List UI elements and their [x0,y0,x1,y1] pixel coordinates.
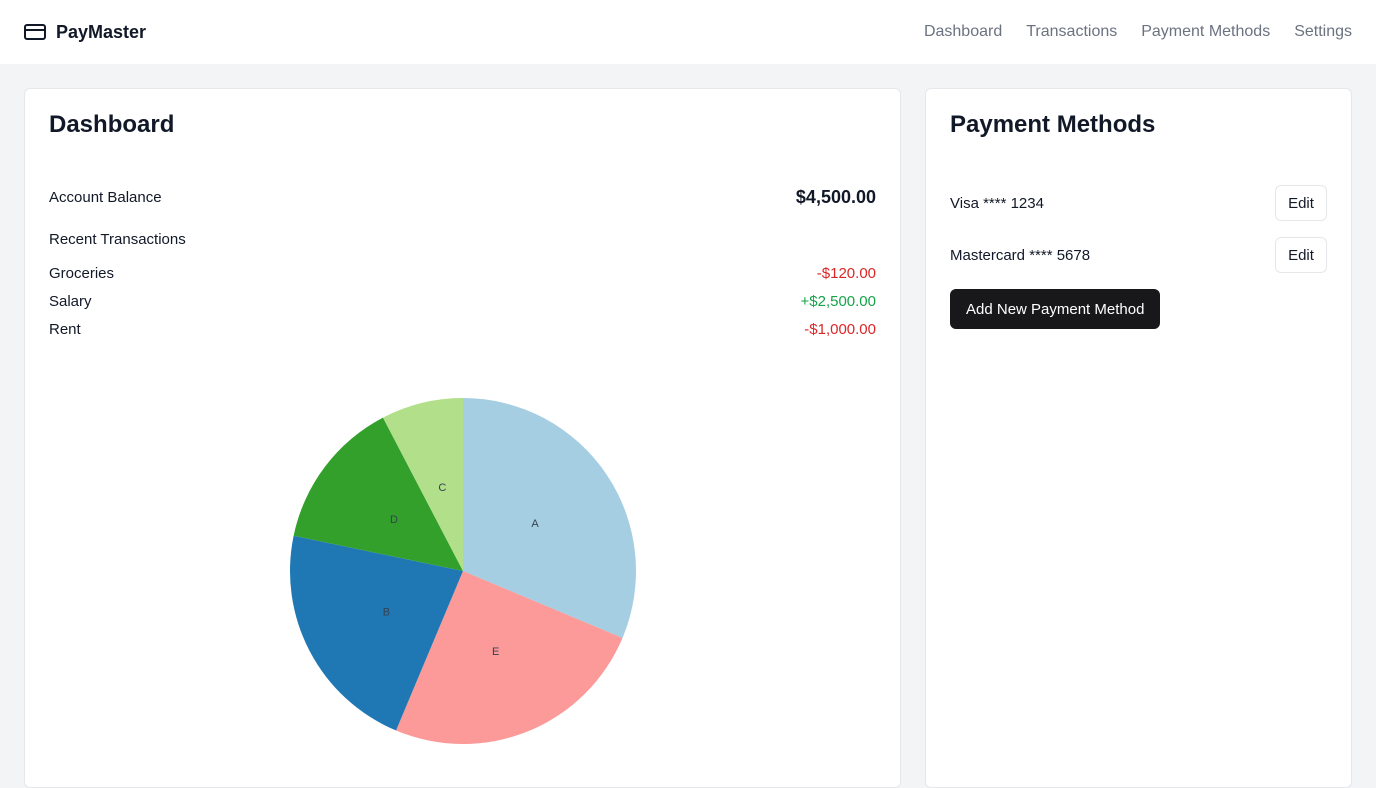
payment-method-label: Mastercard **** 5678 [950,246,1091,264]
payment-methods-title: Payment Methods [950,111,1156,138]
payment-method-row: Mastercard **** 5678 Edit [950,237,1327,273]
nav-dashboard[interactable]: Dashboard [924,23,1002,41]
pie-label-b: B [383,606,390,618]
main-nav: Dashboard Transactions Payment Methods S… [924,23,1352,41]
app-name: PayMaster [56,21,147,42]
payment-methods-card: Payment Methods Visa **** 1234 Edit Mast… [925,88,1352,788]
transaction-name: Rent [49,321,81,338]
dashboard-title: Dashboard [49,111,175,138]
transaction-amount: -$1,000.00 [804,321,876,338]
payment-method-label: Visa **** 1234 [950,194,1044,212]
edit-mastercard-button[interactable]: Edit [1275,237,1327,273]
credit-card-icon [24,24,46,40]
top-navbar: PayMaster Dashboard Transactions Payment… [0,0,1376,64]
edit-visa-button[interactable]: Edit [1275,185,1327,221]
recent-transactions-title: Recent Transactions [49,231,186,248]
transaction-amount: -$120.00 [816,265,876,282]
account-balance-row: Account Balance $4,500.00 [49,187,876,208]
transaction-row: Rent -$1,000.00 [49,321,876,338]
transaction-name: Salary [49,293,92,310]
nav-settings[interactable]: Settings [1294,23,1352,41]
pie-label-d: D [390,514,398,526]
dashboard-card: Dashboard Account Balance $4,500.00 Rece… [24,88,901,788]
payment-method-row: Visa **** 1234 Edit [950,185,1327,221]
add-payment-method-button[interactable]: Add New Payment Method [950,289,1161,329]
nav-transactions[interactable]: Transactions [1026,23,1117,41]
pie-label-a: A [531,518,539,530]
pie-label-c: C [438,482,446,494]
balance-label: Account Balance [49,189,162,206]
transaction-row: Salary +$2,500.00 [49,293,876,310]
transaction-amount: +$2,500.00 [800,293,877,310]
transaction-name: Groceries [49,265,115,282]
transaction-row: Groceries -$120.00 [49,265,876,282]
pie-label-e: E [492,646,499,658]
pie-chart-svg: A E B D C [290,398,636,744]
pie-chart: A E B D C [289,397,637,745]
brand[interactable]: PayMaster [24,22,146,43]
balance-value: $4,500.00 [795,187,876,207]
nav-payment-methods[interactable]: Payment Methods [1141,23,1270,41]
